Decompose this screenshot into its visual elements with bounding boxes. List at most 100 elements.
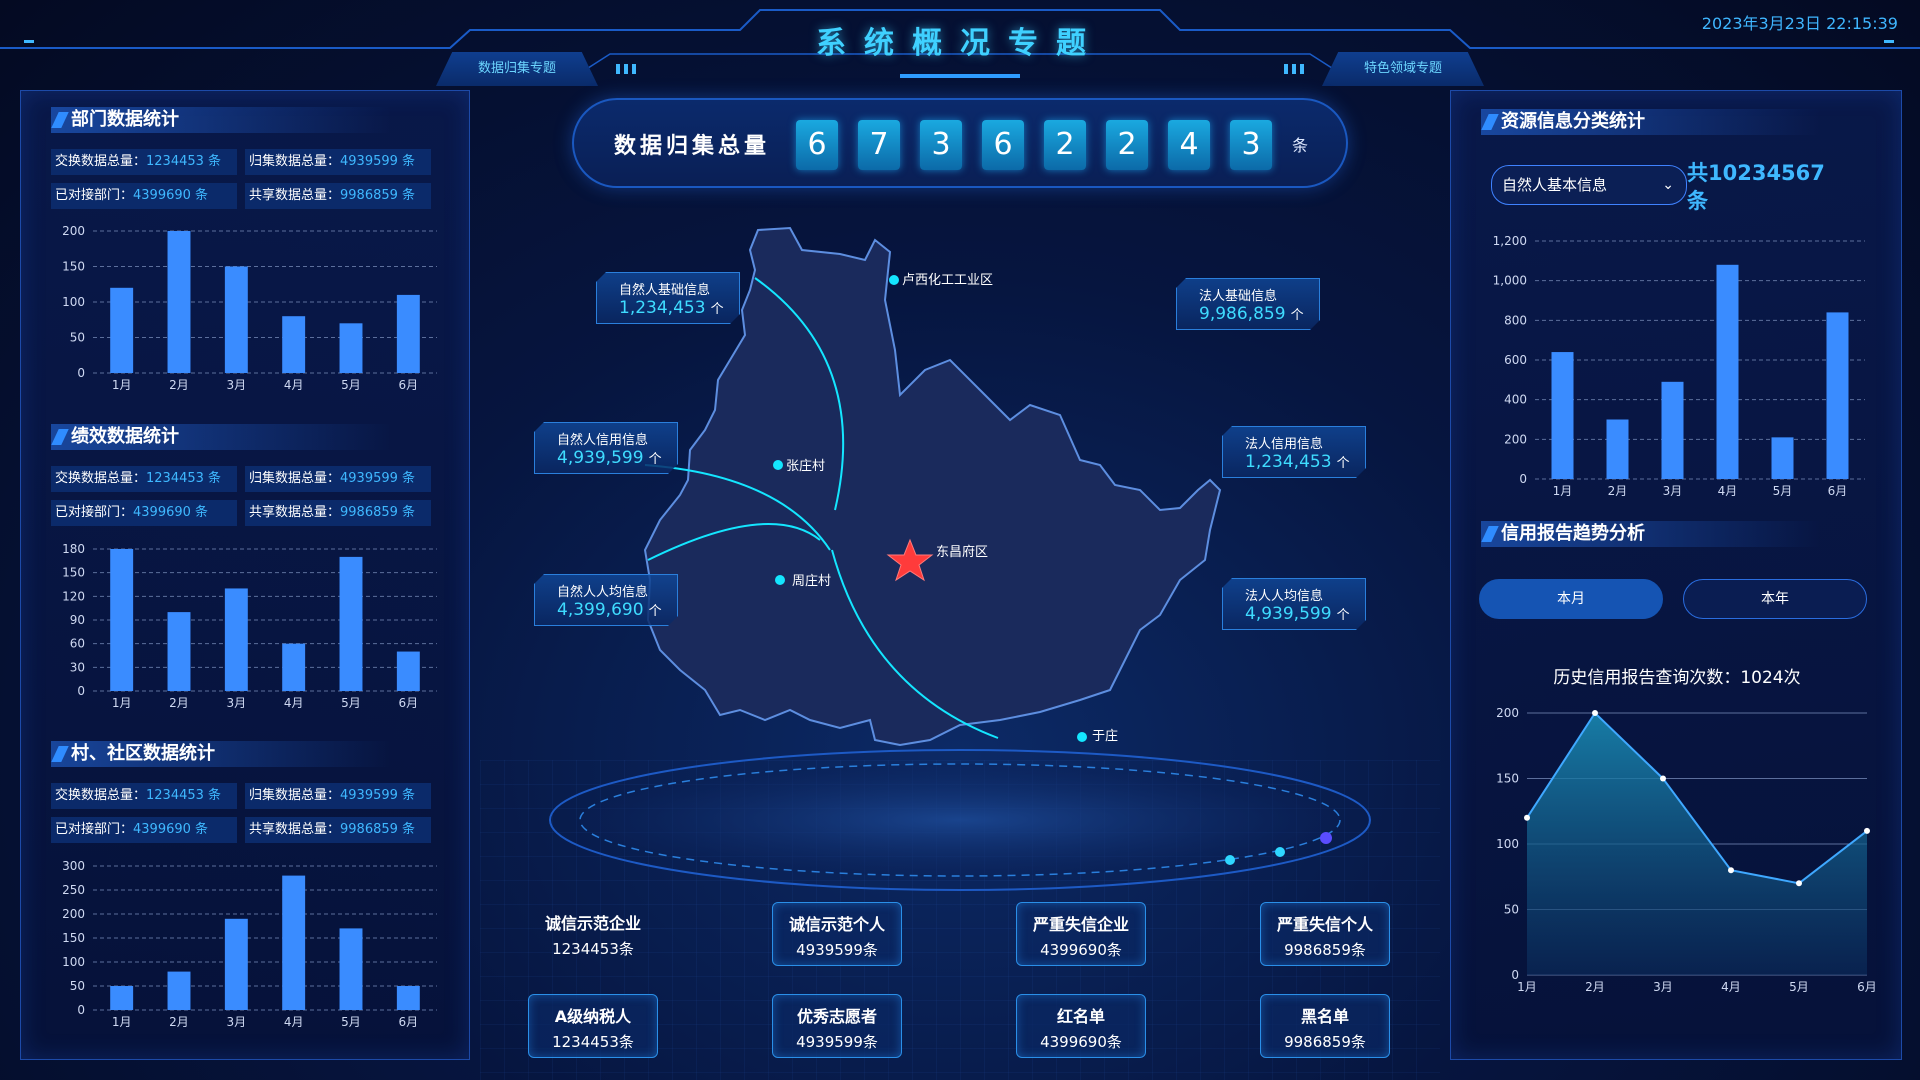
y-tick-label: 50	[70, 979, 85, 993]
x-tick-label: 1月	[112, 1015, 132, 1029]
data-point	[1796, 880, 1802, 887]
bar	[1661, 381, 1684, 479]
stat-integrity-enterprise[interactable]: 诚信示范企业 1234453条	[528, 902, 658, 966]
total-unit: 条	[1292, 136, 1309, 155]
category-select[interactable]: 自然人基本信息 ⌄	[1491, 165, 1687, 205]
bar	[282, 643, 306, 691]
tab-this-month[interactable]: 本月	[1479, 579, 1663, 619]
stat-item: 共享数据总量：9986859 条	[245, 183, 431, 209]
y-tick-label: 0	[77, 1003, 85, 1017]
tab-special-domain[interactable]: 特色领域专题	[1322, 52, 1484, 86]
data-point	[1660, 775, 1666, 782]
page-title: 系统概况专题	[816, 26, 1104, 61]
place-label: 张庄村	[786, 458, 825, 474]
resource-stats-title: 资源信息分类统计	[1481, 109, 1821, 135]
resource-total-count: 共10234567条	[1687, 161, 1825, 213]
x-tick-label: 2月	[1608, 484, 1628, 498]
village-bar-chart: 0 50 100 150 200 250 300 1月 2月 3月 4月 5月 6月	[62, 859, 437, 1029]
data-point	[1728, 867, 1734, 874]
stat-item: 共享数据总量：9986859 条	[245, 500, 431, 526]
tab-data-collection[interactable]: 数据归集专题	[436, 52, 598, 86]
category-select-value: 自然人基本信息	[1502, 176, 1608, 194]
perf-bar-chart: 0 30 60 90 120 150 180 1月 2月 3月 4月 5月 6月	[62, 542, 437, 710]
digit: 3	[1230, 120, 1272, 170]
y-tick-label: 0	[77, 366, 85, 380]
x-tick-label: 5月	[1773, 484, 1793, 498]
x-tick-label: 4月	[1718, 484, 1738, 498]
stat-item: 已对接部门：4399690 条	[51, 817, 237, 843]
data-point	[1524, 814, 1530, 821]
bar	[339, 323, 363, 373]
y-tick-label: 200	[62, 224, 85, 238]
x-tick-label: 5月	[341, 1015, 361, 1029]
history-query-count: 历史信用报告查询次数：1024次	[1553, 668, 1801, 688]
platform-dot	[1320, 832, 1332, 844]
left-panel: 部门数据统计 交换数据总量：1234453 条 归集数据总量：4939599 条…	[20, 90, 470, 1060]
bar	[1716, 264, 1739, 479]
stat-dishonest-enterprise[interactable]: 严重失信企业 4399690条	[1016, 902, 1146, 966]
y-tick-label: 600	[1504, 353, 1527, 367]
place-dot	[889, 275, 899, 285]
bar	[282, 875, 306, 1010]
bar	[396, 651, 420, 691]
place-dot	[773, 460, 783, 470]
y-tick-label: 90	[70, 613, 85, 627]
bar	[110, 986, 134, 1010]
dept-stats-title: 部门数据统计	[51, 107, 391, 133]
stat-red-list[interactable]: 红名单 4399690条	[1016, 994, 1146, 1058]
credit-trend-title: 信用报告趋势分析	[1481, 521, 1821, 547]
stat-dishonest-person[interactable]: 严重失信个人 9986859条	[1260, 902, 1390, 966]
y-tick-label: 200	[1504, 432, 1527, 446]
x-tick-label: 5月	[341, 696, 361, 710]
bar	[396, 986, 420, 1010]
y-tick-label: 150	[62, 260, 85, 274]
x-tick-label: 6月	[1828, 484, 1848, 498]
x-tick-label: 3月	[227, 1015, 247, 1029]
perf-stats-title: 绩效数据统计	[51, 424, 391, 450]
stat-a-taxpayer[interactable]: A级纳税人 1234453条	[528, 994, 658, 1058]
x-tick-label: 3月	[1663, 484, 1683, 498]
y-tick-label: 50	[1504, 903, 1519, 917]
stat-volunteer[interactable]: 优秀志愿者 4939599条	[772, 994, 902, 1058]
y-tick-label: 200	[1496, 706, 1519, 720]
resource-bar-chart: 0 200 400 600 800 1,000 1,200 1月 2月 3月 4月 5月 6月	[1493, 234, 1865, 498]
total-counter: 数据归集总量 6 7 3 6 2 2 4 3 条	[572, 98, 1348, 188]
bar	[282, 316, 306, 373]
y-tick-label: 800	[1504, 313, 1527, 327]
x-tick-label: 1月	[1553, 484, 1573, 498]
stat-item: 已对接部门：4399690 条	[51, 500, 237, 526]
info-card-corp-credit[interactable]: 法人信用信息 1,234,453 个	[1222, 426, 1366, 478]
bar	[339, 928, 363, 1010]
y-tick-label: 250	[62, 883, 85, 897]
total-label: 数据归集总量	[614, 134, 771, 159]
tab-this-year[interactable]: 本年	[1683, 579, 1867, 619]
stat-item: 归集数据总量：4939599 条	[245, 149, 431, 175]
stat-integrity-person[interactable]: 诚信示范个人 4939599条	[772, 902, 902, 966]
info-card-corp-basic[interactable]: 法人基础信息 9,986,859 个	[1176, 278, 1320, 330]
platform-dot	[1225, 855, 1235, 865]
info-card-corp-avg[interactable]: 法人人均信息 4,939,599 个	[1222, 578, 1366, 630]
x-tick-label: 6月	[399, 696, 419, 710]
platform-dot	[1275, 847, 1285, 857]
x-tick-label: 4月	[284, 696, 304, 710]
stat-black-list[interactable]: 黑名单 9986859条	[1260, 994, 1390, 1058]
y-tick-label: 120	[62, 589, 85, 603]
info-card-person-avg[interactable]: 自然人人均信息 4,399,690 个	[534, 574, 678, 626]
stat-item: 交换数据总量：1234453 条	[51, 149, 237, 175]
x-tick-label: 1月	[1517, 980, 1537, 994]
x-tick-label: 1月	[112, 378, 132, 392]
x-tick-label: 6月	[399, 378, 419, 392]
digit: 7	[858, 120, 900, 170]
x-tick-label: 5月	[341, 378, 361, 392]
x-tick-label: 2月	[169, 696, 189, 710]
place-label-center: 东昌府区	[936, 545, 988, 560]
info-card-person-credit[interactable]: 自然人信用信息 4,939,599 个	[534, 422, 678, 474]
x-tick-label: 5月	[1789, 980, 1809, 994]
stat-item: 交换数据总量：1234453 条	[51, 783, 237, 809]
x-tick-label: 2月	[169, 378, 189, 392]
y-tick-label: 0	[1519, 472, 1527, 486]
info-card-person-basic[interactable]: 自然人基础信息 1,234,453 个	[596, 272, 740, 324]
right-panel: 资源信息分类统计 自然人基本信息 ⌄ 共10234567条 0 200 400 600…	[1450, 90, 1902, 1060]
x-tick-label: 4月	[1721, 980, 1741, 994]
y-tick-label: 60	[70, 637, 85, 651]
